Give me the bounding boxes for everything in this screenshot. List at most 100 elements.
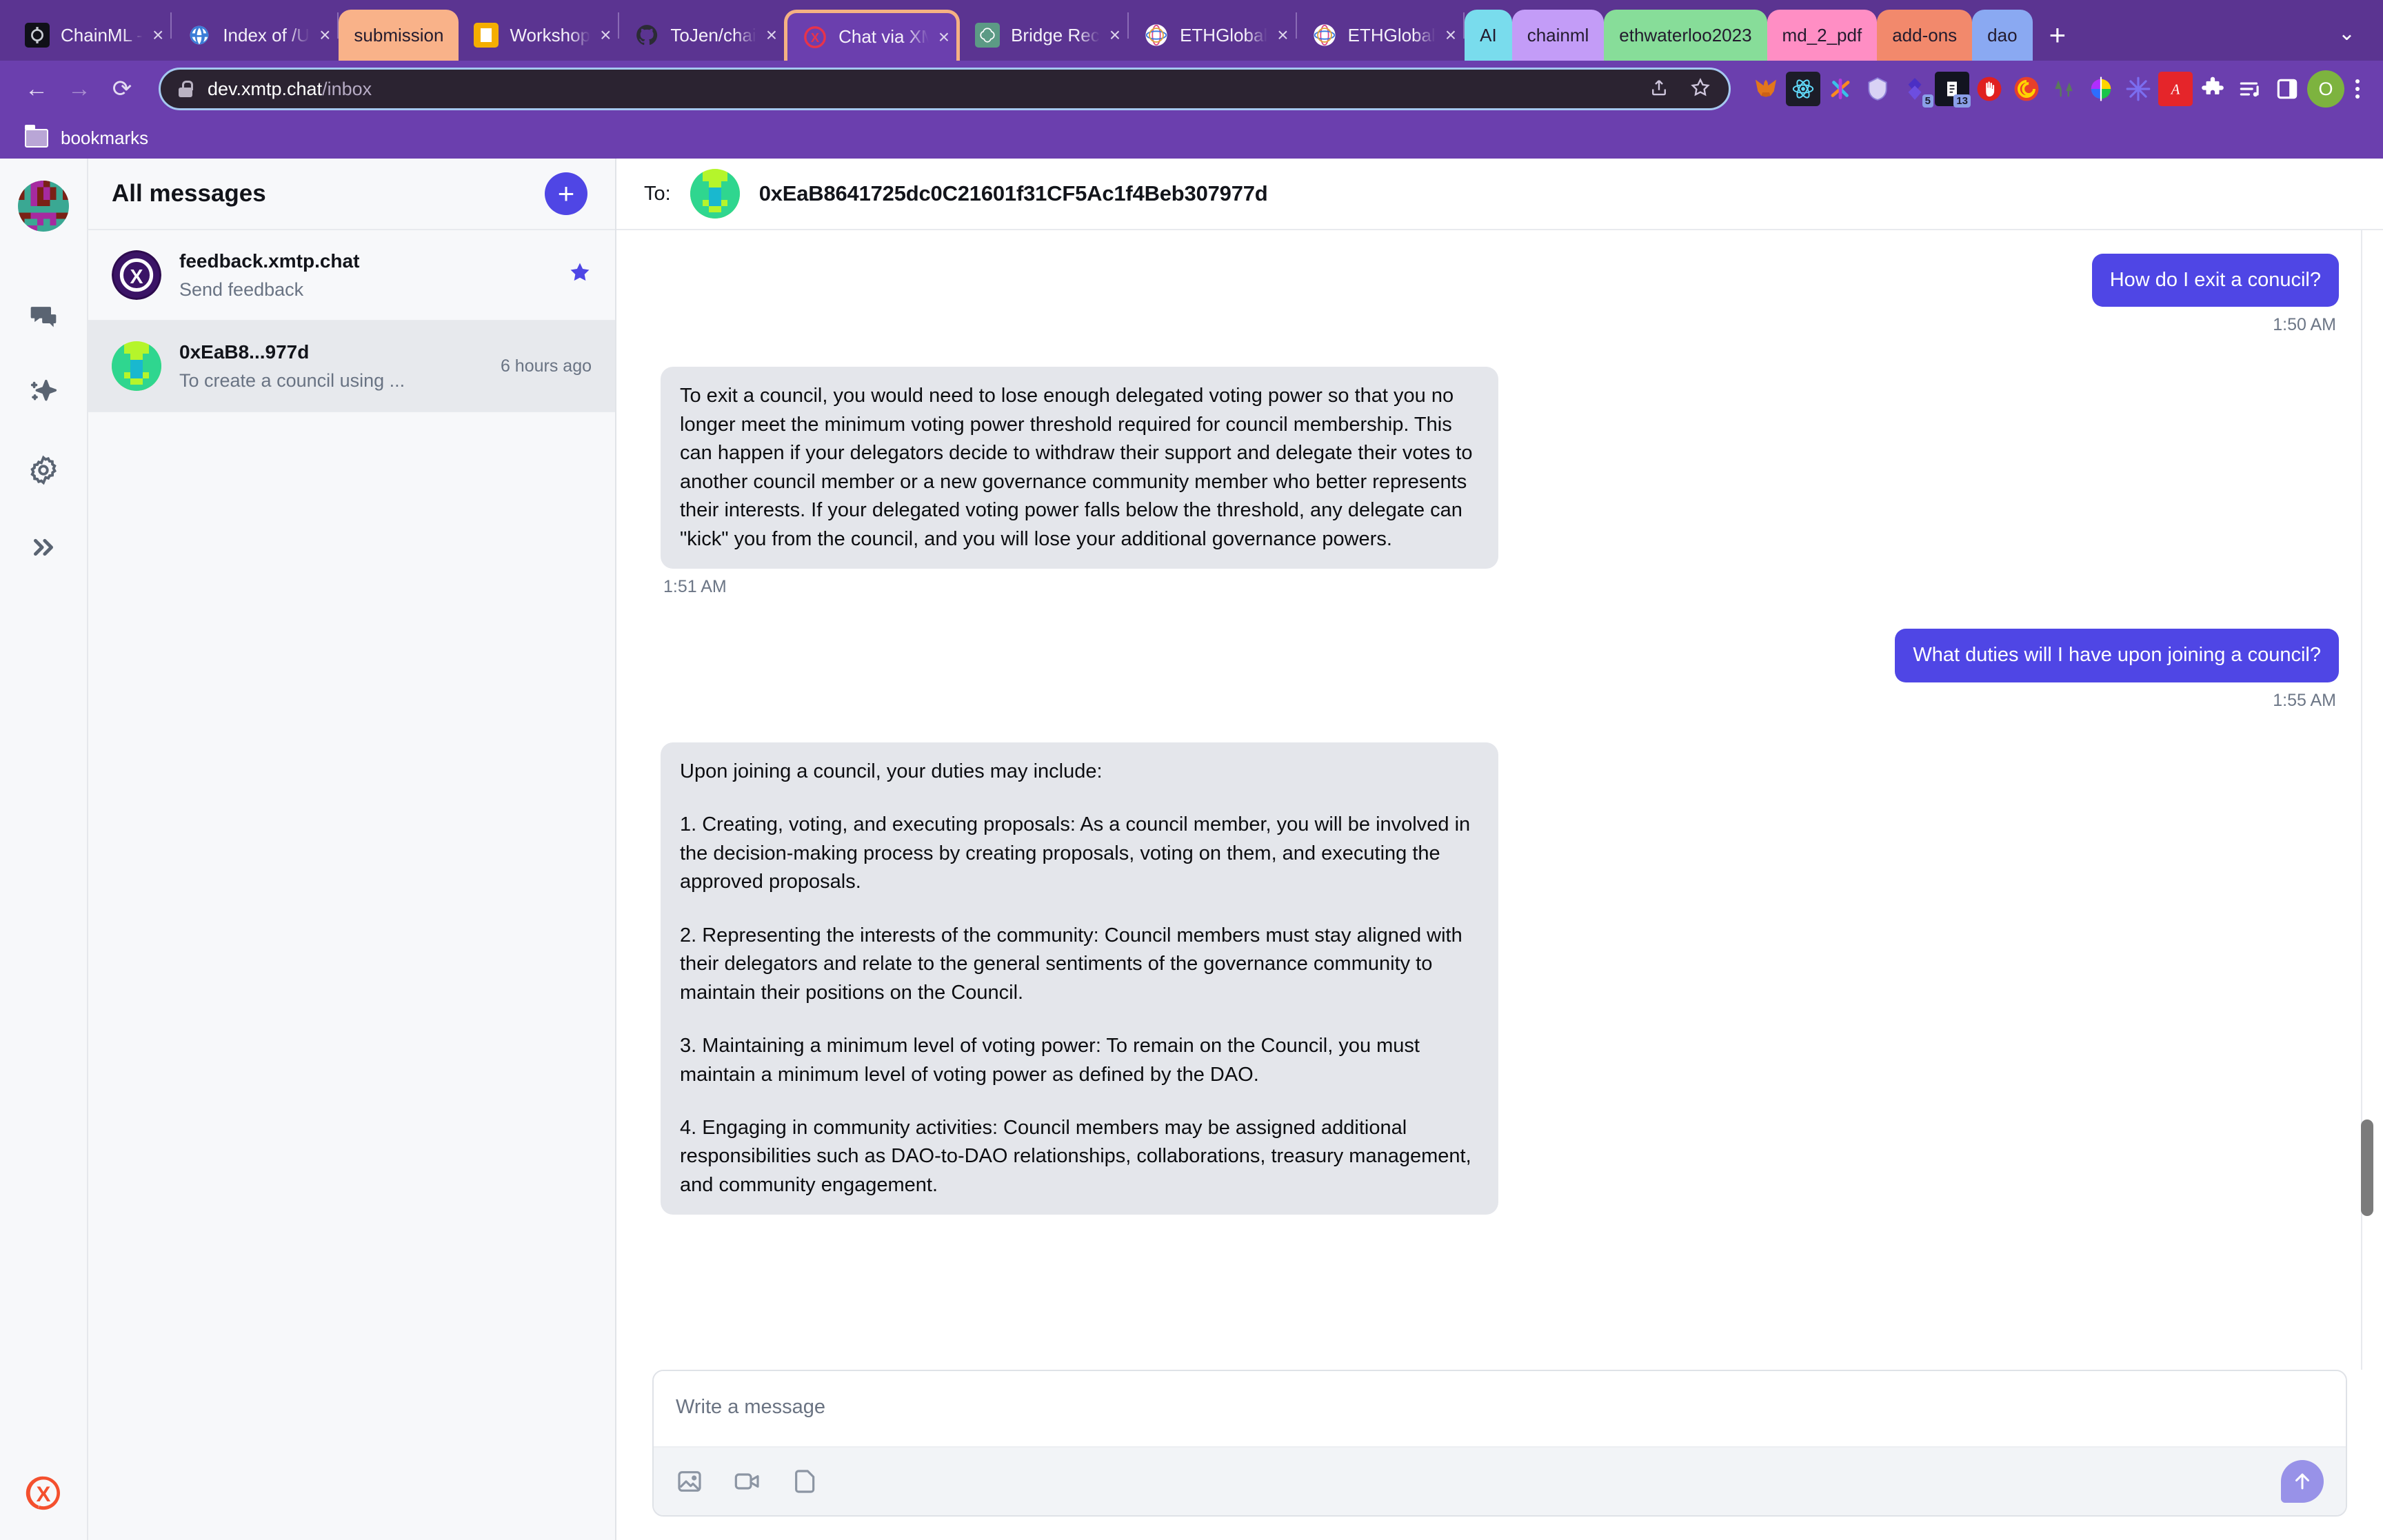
list-item-body: 0xEaB8...977d To create a council using … xyxy=(179,341,472,392)
close-icon[interactable]: × xyxy=(1277,26,1288,45)
puzzle-piece-icon[interactable] xyxy=(2195,72,2230,106)
conversation-name: 0xEaB8...977d xyxy=(179,341,310,363)
sidebar-item-ai[interactable] xyxy=(19,368,68,418)
close-icon[interactable]: × xyxy=(938,27,949,47)
color-picker-icon[interactable] xyxy=(2084,72,2118,106)
message-list: How do I exit a conucil? 1:50 AM To exit… xyxy=(616,230,2383,1370)
xmtp-avatar: X xyxy=(112,250,161,300)
message-bubble-outgoing: What duties will I have upon joining a c… xyxy=(1895,629,2339,682)
extensions-row: 5 13 A O xyxy=(1742,70,2368,108)
close-icon[interactable]: × xyxy=(152,26,163,45)
close-icon[interactable]: × xyxy=(766,26,777,45)
user-avatar[interactable] xyxy=(18,181,69,232)
browser-chrome: ChainML - × Index of /U × submission Wor… xyxy=(0,0,2383,159)
trees-extension-icon[interactable] xyxy=(2047,72,2081,106)
react-devtools-icon[interactable] xyxy=(1786,72,1820,106)
ethglobal-icon xyxy=(1312,23,1337,48)
tab-title: Chat via XM xyxy=(838,26,929,47)
tab-group-ai[interactable]: AI xyxy=(1465,10,1512,61)
browser-tab[interactable]: ETHGlobal × xyxy=(1129,10,1296,61)
message-timestamp: 1:55 AM xyxy=(2273,690,2336,710)
star-icon[interactable] xyxy=(568,261,592,290)
message-row: To exit a council, you would need to los… xyxy=(661,367,2339,629)
tab-title: ToJen/chai xyxy=(670,24,756,45)
colorful-cross-icon[interactable] xyxy=(1823,72,1858,106)
list-item[interactable]: X feedback.xmtp.chat Send feedback xyxy=(88,230,615,321)
phantom-wallet-icon[interactable]: 5 xyxy=(1898,72,1933,108)
url-host: dev.xmtp.chat xyxy=(208,78,323,99)
tab-title: ChainML - xyxy=(61,24,143,45)
share-icon[interactable] xyxy=(1649,77,1669,101)
close-icon[interactable]: × xyxy=(600,26,611,45)
new-tab-button[interactable]: + xyxy=(2049,21,2067,50)
browser-tab[interactable]: ChainML - × xyxy=(10,10,170,61)
snowflake-extension-icon[interactable] xyxy=(2121,72,2155,106)
tab-group-label: chainml xyxy=(1527,24,1589,45)
tab-group-dao[interactable]: dao xyxy=(1972,10,2033,61)
adblock-stop-icon[interactable] xyxy=(1972,72,2007,106)
scrollbar-track[interactable] xyxy=(2361,230,2376,1370)
avatar[interactable]: O xyxy=(2307,70,2344,108)
close-icon[interactable]: × xyxy=(319,26,330,45)
document-icon[interactable] xyxy=(792,1468,819,1495)
close-icon[interactable]: × xyxy=(1445,26,1456,45)
adobe-pdf-icon[interactable]: A xyxy=(2158,72,2193,106)
close-icon[interactable]: × xyxy=(1109,26,1120,45)
shield-wallet-icon[interactable] xyxy=(1860,72,1895,106)
sidebar-item-messages[interactable] xyxy=(19,291,68,341)
video-camera-icon[interactable] xyxy=(734,1468,761,1495)
playlist-icon[interactable] xyxy=(2233,72,2267,106)
new-conversation-button[interactable]: + xyxy=(545,172,587,215)
list-item[interactable]: 0xEaB8...977d To create a council using … xyxy=(88,321,615,412)
browser-tab[interactable]: Workshop × xyxy=(459,10,618,61)
forward-icon[interactable]: → xyxy=(58,68,101,110)
back-icon[interactable]: ← xyxy=(15,68,58,110)
browser-menu-icon[interactable] xyxy=(2347,79,2368,99)
message-input[interactable]: Write a message xyxy=(654,1371,2346,1446)
pinned-tab-submission[interactable]: submission xyxy=(339,10,459,61)
message-paragraph: To exit a council, you would need to los… xyxy=(680,385,1473,550)
bookmark-item-bookmarks[interactable]: bookmarks xyxy=(61,128,148,149)
browser-tab[interactable]: Index of /U × xyxy=(172,10,337,61)
sidebar-item-expand[interactable] xyxy=(19,523,68,572)
extension-badge-count: 13 xyxy=(1953,94,1971,108)
conversation-list: All messages + X feedback.xmtp.chat Send… xyxy=(88,159,616,1540)
tab-title: ETHGlobal xyxy=(1180,24,1268,45)
address-bar[interactable]: dev.xmtp.chat/inbox xyxy=(159,68,1731,110)
xmtp-icon: X xyxy=(803,25,827,50)
message-row: What duties will I have upon joining a c… xyxy=(661,629,2339,742)
notes-extension-icon[interactable]: 13 xyxy=(1935,72,1971,108)
browser-tab[interactable]: ToJen/chai × xyxy=(619,10,784,61)
chevron-down-icon[interactable]: ⌄ xyxy=(2338,21,2355,45)
browser-window: ChainML - × Index of /U × submission Wor… xyxy=(0,0,2383,1540)
star-icon[interactable] xyxy=(1690,77,1711,101)
sidepanel-icon[interactable] xyxy=(2270,72,2304,106)
svg-text:X: X xyxy=(811,30,820,45)
github-icon xyxy=(634,23,659,48)
browser-tab-active[interactable]: X Chat via XM × xyxy=(784,10,961,61)
svg-text:A: A xyxy=(2170,83,2180,98)
browser-tab[interactable]: ETHGlobal × xyxy=(1297,10,1464,61)
xmtp-app: X All messages + X feedback.xmtp.chat Se… xyxy=(0,159,2383,1540)
message-paragraph: 4. Engaging in community activities: Cou… xyxy=(680,1116,1471,1196)
scrollbar-thumb[interactable] xyxy=(2361,1119,2373,1216)
tab-group-ethwaterloo2023[interactable]: ethwaterloo2023 xyxy=(1604,10,1767,61)
send-button[interactable] xyxy=(2281,1460,2324,1503)
tab-group-add-ons[interactable]: add-ons xyxy=(1877,10,1973,61)
image-icon[interactable] xyxy=(676,1468,703,1495)
tab-title: Bridge Rec xyxy=(1011,24,1100,45)
spiral-extension-icon[interactable] xyxy=(2009,72,2044,106)
message-timestamp: 1:51 AM xyxy=(663,577,727,597)
metamask-fox-icon[interactable] xyxy=(1749,72,1783,106)
browser-tab[interactable]: Bridge Rec × xyxy=(960,10,1127,61)
tab-group-md-2-pdf[interactable]: md_2_pdf xyxy=(1767,10,1878,61)
svg-text:X: X xyxy=(37,1482,51,1506)
sidebar-item-settings[interactable] xyxy=(19,445,68,495)
tab-group-chainml[interactable]: chainml xyxy=(1511,10,1605,61)
chat-header: To: 0xEaB8641725dc0C21601f31CF5Ac1f4Beb3… xyxy=(616,159,2383,230)
url-text: dev.xmtp.chat/inbox xyxy=(208,79,372,100)
ethglobal-icon xyxy=(1144,23,1169,48)
message-bubble-outgoing: How do I exit a conucil? xyxy=(2091,254,2339,307)
tab-group-label: md_2_pdf xyxy=(1782,24,1862,45)
reload-icon[interactable]: ⟳ xyxy=(101,68,143,110)
